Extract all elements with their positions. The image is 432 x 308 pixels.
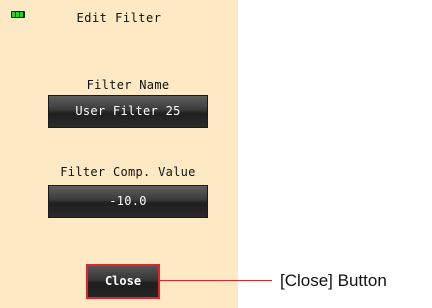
- callout-label: [Close] Button: [280, 271, 387, 290]
- filter-comp-value-field[interactable]: -10.0: [48, 185, 208, 218]
- filter-name-field[interactable]: User Filter 25: [48, 95, 208, 128]
- filter-comp-value-label: Filter Comp. Value: [60, 165, 196, 179]
- filter-name-label: Filter Name: [86, 78, 170, 92]
- close-button[interactable]: Close: [86, 264, 160, 299]
- page: Edit Filter Filter Name User Filter 25 F…: [0, 0, 432, 308]
- callout-line: [160, 280, 272, 281]
- screen-title: Edit Filter: [76, 11, 162, 25]
- device-screen: Edit Filter Filter Name User Filter 25 F…: [0, 0, 238, 308]
